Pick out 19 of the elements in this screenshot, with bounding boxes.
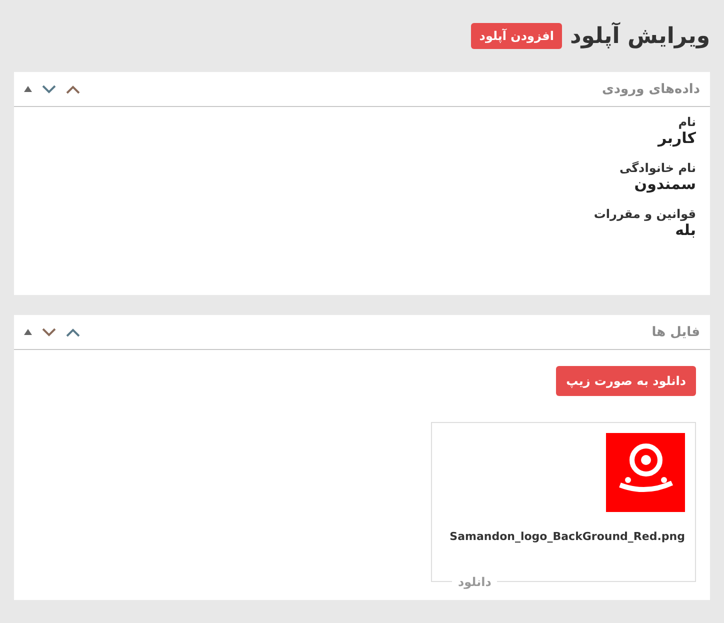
field-value: بله	[674, 221, 696, 239]
chevron-up-icon[interactable]	[66, 328, 80, 336]
panel-title: داده‌های ورودی	[602, 82, 700, 96]
field-label: قوانین و مقررات	[592, 207, 696, 221]
download-link[interactable]: دانلود	[452, 575, 498, 589]
chevron-up-icon[interactable]	[66, 84, 80, 94]
page-title: ویرایش آپلود	[570, 24, 710, 48]
field-label: نام	[677, 115, 696, 129]
chevron-down-icon[interactable]	[42, 84, 56, 94]
zip-download-button[interactable]: دانلود به صورت زیپ	[556, 366, 696, 396]
panel-title: فایل ها	[652, 324, 700, 340]
field-label: نام خانوادگی	[618, 161, 696, 175]
field-value: کاربر	[656, 129, 696, 147]
field-value: سمندون	[633, 175, 696, 193]
triangle-up-icon[interactable]	[24, 329, 32, 335]
file-name: Samandon_logo_BackGround_Red.png	[450, 530, 685, 543]
triangle-up-icon[interactable]	[24, 86, 32, 92]
add-upload-button[interactable]: افزودن آپلود	[471, 23, 562, 49]
chevron-down-icon[interactable]	[42, 328, 56, 336]
